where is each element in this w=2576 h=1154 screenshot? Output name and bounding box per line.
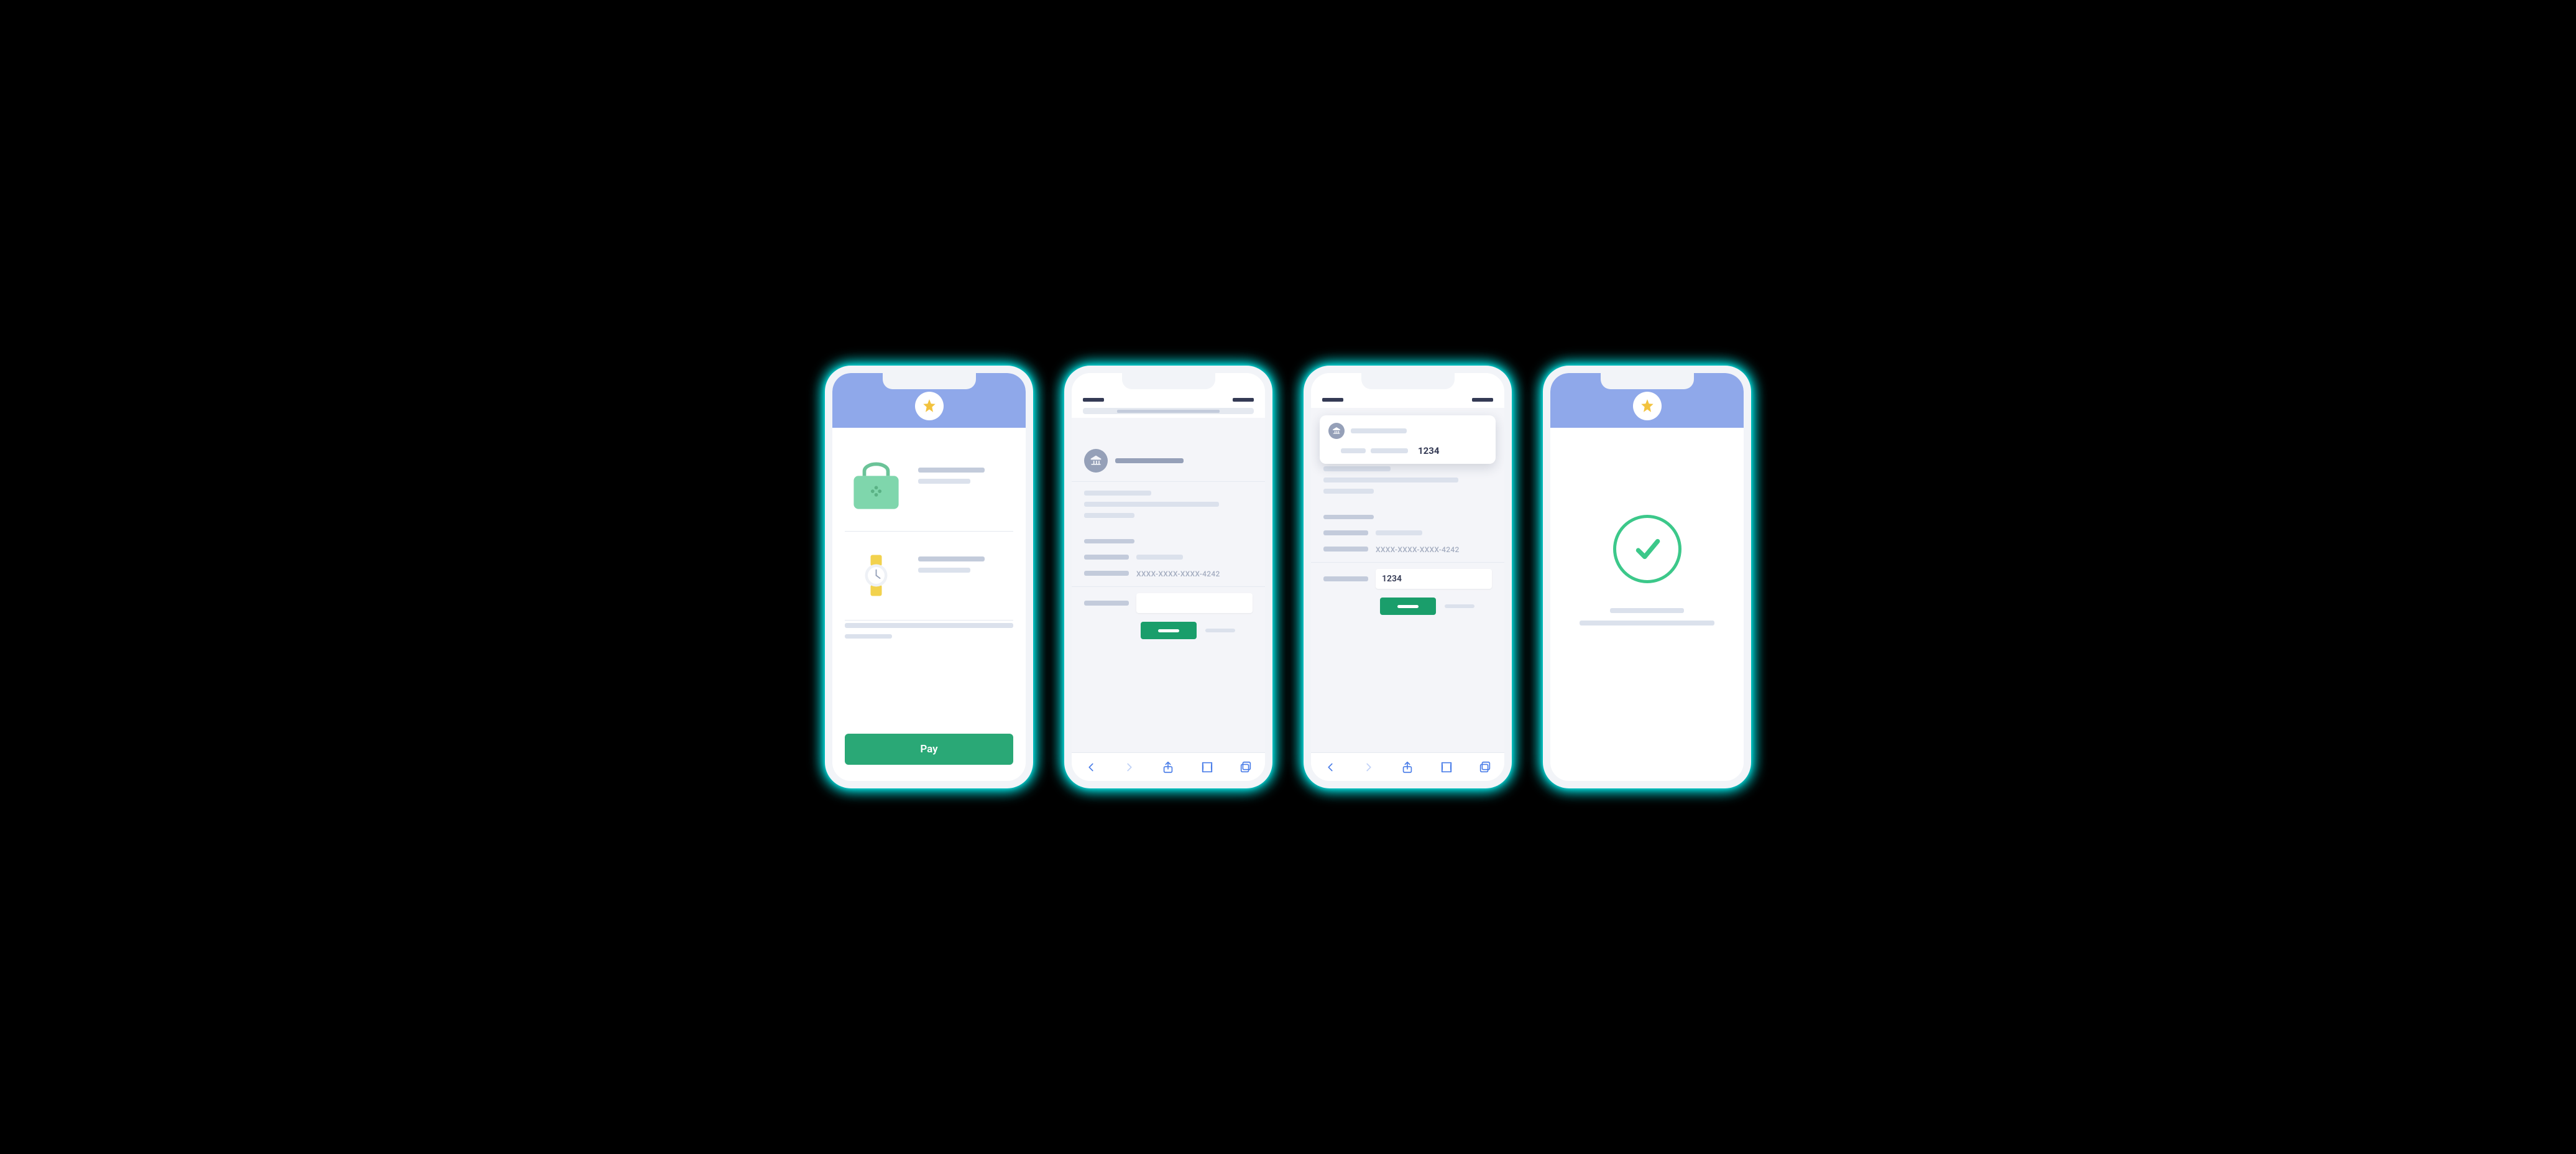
bank-header [1084,449,1253,473]
form-row [1084,555,1253,560]
status-indicator [1233,398,1254,402]
phones-row: Pay [825,366,1751,788]
success-message [1580,608,1715,632]
cart-item-info [918,455,1013,490]
app-logo [1633,392,1662,420]
bookmarks-icon[interactable] [1440,760,1453,774]
bank-icon [1084,449,1108,473]
pay-button[interactable]: Pay [845,734,1013,765]
product-watch-icon [845,544,907,606]
tabs-icon[interactable] [1478,760,1492,774]
phone-3ds-filled: 1234 XXXX-XXXX-XXXX- [1304,366,1512,788]
notification-otp: 1234 [1418,445,1439,456]
otp-input[interactable] [1136,593,1253,613]
otp-notification[interactable]: 1234 [1320,415,1496,464]
submit-button[interactable] [1380,598,1436,615]
phone-notch [1601,373,1694,389]
masked-card: XXXX-XXXX-XXXX-4242 [1376,545,1460,554]
cart-item-info [918,544,1013,579]
success-check-icon [1613,515,1681,583]
cancel-link[interactable] [1445,604,1474,608]
tabs-icon[interactable] [1239,760,1253,774]
phone-notch [1361,373,1455,389]
share-icon[interactable] [1161,760,1175,774]
phone-3ds-empty: XXXX-XXXX-XXXX-4242 [1064,366,1272,788]
form-row-code [1084,593,1253,613]
phone-success [1543,366,1751,788]
back-icon[interactable] [1084,760,1098,774]
address-bar[interactable] [1083,408,1254,414]
form-row-card: XXXX-XXXX-XXXX-4242 [1084,567,1253,579]
status-indicator [1083,398,1104,402]
bookmarks-icon[interactable] [1200,760,1214,774]
submit-button[interactable] [1141,622,1197,639]
forward-icon[interactable] [1362,760,1376,774]
star-icon [1639,398,1655,414]
cart-item [845,443,1013,532]
back-icon[interactable] [1323,760,1337,774]
browser-toolbar [1311,752,1504,781]
forward-icon[interactable] [1123,760,1136,774]
otp-input[interactable]: 1234 [1376,569,1492,589]
bank-icon [1328,423,1345,439]
phone-cart: Pay [825,366,1033,788]
form-row-card: XXXX-XXXX-XXXX-4242 [1323,543,1492,555]
cancel-link[interactable] [1205,629,1235,632]
phone-notch [883,373,976,389]
share-icon[interactable] [1401,760,1414,774]
cart-totals [845,623,1013,639]
cart-item [845,532,1013,621]
browser-toolbar [1072,752,1265,781]
app-logo [915,392,944,420]
masked-card: XXXX-XXXX-XXXX-4242 [1136,570,1220,578]
status-indicator [1472,398,1493,402]
success-body [1550,428,1744,632]
cart-body [832,428,1026,660]
status-indicator [1322,398,1343,402]
form-row [1323,530,1492,535]
form-row-code: 1234 [1323,569,1492,589]
product-bag-icon [845,455,907,517]
star-icon [921,398,937,414]
auth-page: XXXX-XXXX-XXXX-4242 [1072,418,1265,752]
phone-notch [1122,373,1215,389]
